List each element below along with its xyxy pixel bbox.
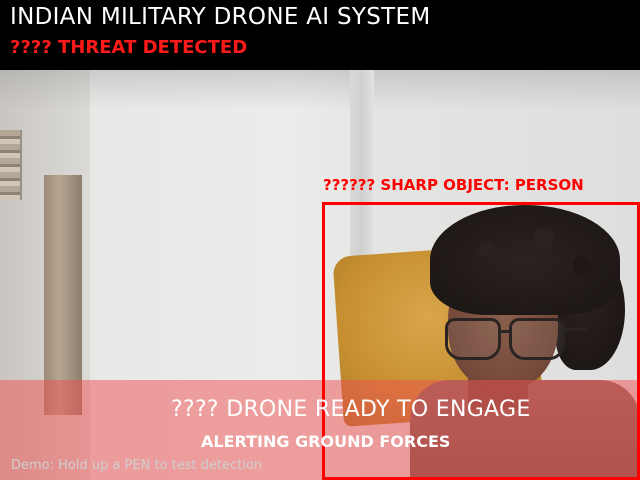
door-frame [44, 175, 82, 415]
threat-status: ???? THREAT DETECTED [10, 37, 248, 58]
engage-status: ???? DRONE READY TO ENGAGE [171, 397, 531, 422]
demo-hint: Demo: Hold up a PEN to test detection [11, 458, 263, 473]
system-title: INDIAN MILITARY DRONE AI SYSTEM [10, 4, 431, 30]
detection-label: ?????? SHARP OBJECT: PERSON [323, 176, 584, 194]
ceiling-shadow [0, 70, 640, 110]
alerting-status: ALERTING GROUND FORCES [201, 432, 451, 451]
shelf-object [0, 130, 22, 200]
header-bar: INDIAN MILITARY DRONE AI SYSTEM ???? THR… [0, 0, 640, 70]
